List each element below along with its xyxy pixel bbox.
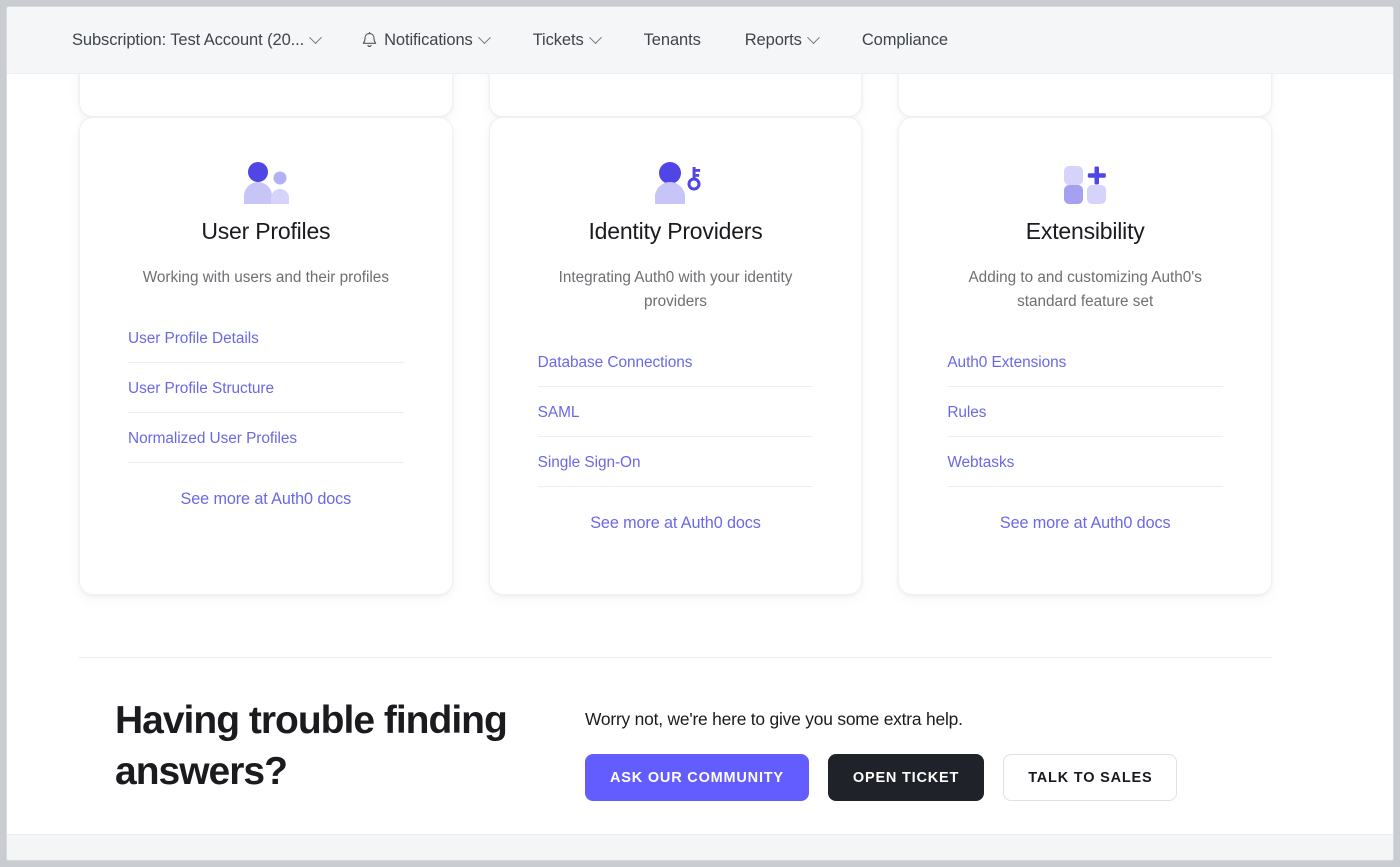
user-key-icon bbox=[650, 158, 702, 208]
card-link[interactable]: User Profile Structure bbox=[128, 380, 274, 397]
nav-item-label: Tickets bbox=[532, 30, 584, 49]
ask-our-community-button[interactable]: ASK OUR COMMUNITY bbox=[585, 754, 809, 801]
card-links: Auth0 Extensions Rules Webtasks bbox=[947, 354, 1224, 487]
doc-card-identity-providers: Identity Providers Integrating Auth0 wit… bbox=[488, 117, 863, 595]
card-link[interactable]: SAML bbox=[538, 404, 580, 421]
blocks-plus-icon bbox=[1059, 158, 1111, 208]
doc-card-extensibility: Extensibility Adding to and customizing … bbox=[898, 117, 1273, 595]
nav-item-label: Compliance bbox=[861, 30, 948, 49]
card-link[interactable]: Rules bbox=[947, 404, 986, 421]
see-more-link[interactable]: See more at Auth0 docs bbox=[181, 490, 352, 508]
chevron-down-icon bbox=[309, 30, 322, 44]
card-title: Extensibility bbox=[1025, 218, 1145, 244]
section-divider bbox=[79, 657, 1272, 658]
card-link[interactable]: Database Connections bbox=[538, 354, 693, 371]
doc-card-user-profiles: User Profiles Working with users and the… bbox=[79, 117, 453, 595]
nav-item-label: Subscription: Test Account (20... bbox=[72, 30, 305, 49]
card-link-row: Auth0 Extensions bbox=[947, 354, 1224, 387]
card-title: Identity Providers bbox=[588, 218, 763, 244]
app-window: User Profiles Working with users and the… bbox=[6, 6, 1394, 861]
see-more-container: See more at Auth0 docs bbox=[538, 514, 814, 533]
card-description: Adding to and customizing Auth0's standa… bbox=[968, 269, 1202, 310]
card-link-row: User Profile Details bbox=[128, 330, 404, 363]
nav-item-notifications[interactable]: Notifications bbox=[362, 30, 491, 50]
nav-item-tenants[interactable]: Tenants bbox=[644, 31, 701, 50]
card-link[interactable]: Auth0 Extensions bbox=[947, 354, 1066, 371]
top-navigation: Subscription: Test Account (20... Notifi… bbox=[7, 7, 1393, 74]
nav-item-label: Notifications bbox=[384, 30, 473, 49]
nav-item-compliance[interactable]: Compliance bbox=[862, 31, 948, 50]
card-link-row: Database Connections bbox=[537, 354, 814, 387]
footer-strip bbox=[7, 834, 1393, 860]
card-link-row: User Profile Structure bbox=[128, 380, 404, 413]
card-link[interactable]: Webtasks bbox=[947, 454, 1014, 471]
see-more-container: See more at Auth0 docs bbox=[947, 514, 1223, 533]
open-ticket-button[interactable]: OPEN TICKET bbox=[827, 754, 985, 801]
chevron-down-icon bbox=[477, 30, 491, 44]
nav-item-reports[interactable]: Reports bbox=[744, 30, 820, 50]
talk-to-sales-button[interactable]: TALK TO SALES bbox=[1003, 754, 1178, 801]
card-link-row: Webtasks bbox=[947, 454, 1224, 487]
card-link-row: Normalized User Profiles bbox=[128, 430, 404, 463]
users-icon bbox=[240, 158, 292, 208]
card-description: Working with users and their profiles bbox=[142, 269, 389, 286]
nav-item-tickets[interactable]: Tickets bbox=[532, 30, 602, 50]
card-link[interactable]: Normalized User Profiles bbox=[128, 430, 297, 447]
help-section: Having trouble finding answers? Worry no… bbox=[7, 695, 1393, 801]
help-button-group: ASK OUR COMMUNITY OPEN TICKET TALK TO SA… bbox=[585, 754, 1178, 801]
chevron-down-icon bbox=[806, 30, 820, 44]
nav-item-label: Tenants bbox=[643, 30, 701, 49]
card-link[interactable]: User Profile Details bbox=[128, 330, 259, 347]
card-link[interactable]: Single Sign-On bbox=[538, 454, 641, 471]
cards-row: User Profiles Working with users and the… bbox=[79, 117, 1273, 595]
see-more-link[interactable]: See more at Auth0 docs bbox=[590, 514, 761, 532]
see-more-link[interactable]: See more at Auth0 docs bbox=[1000, 514, 1171, 532]
card-link-row: Single Sign-On bbox=[537, 454, 814, 487]
help-actions: Worry not, we're here to give you some e… bbox=[585, 695, 1178, 801]
card-link-row: Rules bbox=[947, 404, 1224, 437]
help-heading: Having trouble finding answers? bbox=[115, 699, 508, 793]
page-content: User Profiles Working with users and the… bbox=[7, 7, 1393, 860]
card-link-row: SAML bbox=[537, 404, 814, 437]
card-links: Database Connections SAML Single Sign-On bbox=[537, 354, 814, 487]
chevron-down-icon bbox=[588, 30, 602, 44]
card-title: User Profiles bbox=[201, 218, 331, 244]
nav-item-subscription[interactable]: Subscription: Test Account (20... bbox=[72, 30, 322, 50]
help-subtitle: Worry not, we're here to give you some e… bbox=[585, 709, 963, 729]
bell-icon bbox=[362, 31, 377, 49]
see-more-container: See more at Auth0 docs bbox=[128, 490, 404, 509]
card-description: Integrating Auth0 with your identity pro… bbox=[558, 269, 793, 310]
nav-item-label: Reports bbox=[744, 30, 802, 49]
card-links: User Profile Details User Profile Struct… bbox=[128, 330, 404, 463]
